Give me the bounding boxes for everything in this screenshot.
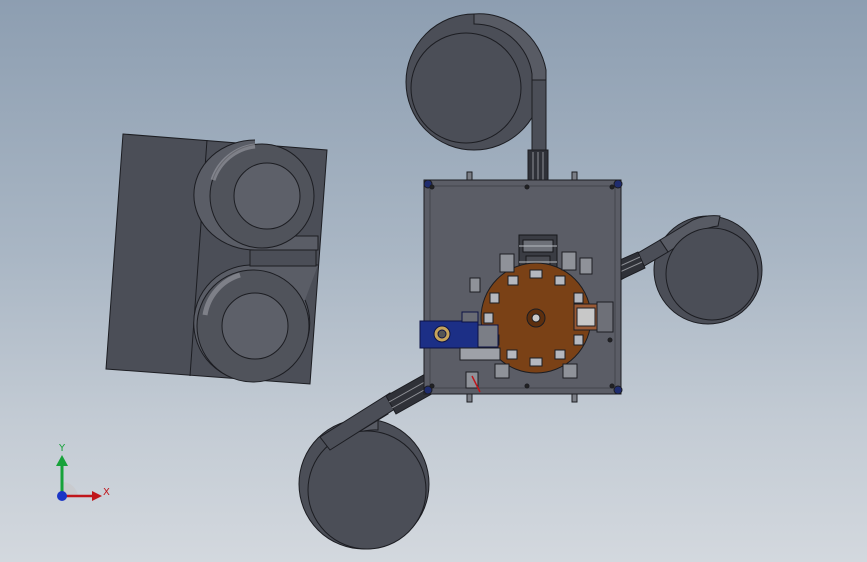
y-axis-label: Y: [59, 443, 66, 454]
dual-bowl-feeder[interactable]: [105, 133, 328, 385]
coordinate-triad-icon: [56, 455, 102, 501]
bowl-track-link: [249, 249, 317, 267]
table-foot: [613, 179, 623, 189]
z-axis-dot: [57, 491, 67, 501]
cad-model-scene[interactable]: [0, 0, 867, 562]
station-right[interactable]: [573, 301, 614, 333]
x-axis-label: X: [103, 487, 110, 498]
graphics-viewport[interactable]: Y X: [0, 0, 867, 562]
table-foot: [613, 385, 623, 395]
